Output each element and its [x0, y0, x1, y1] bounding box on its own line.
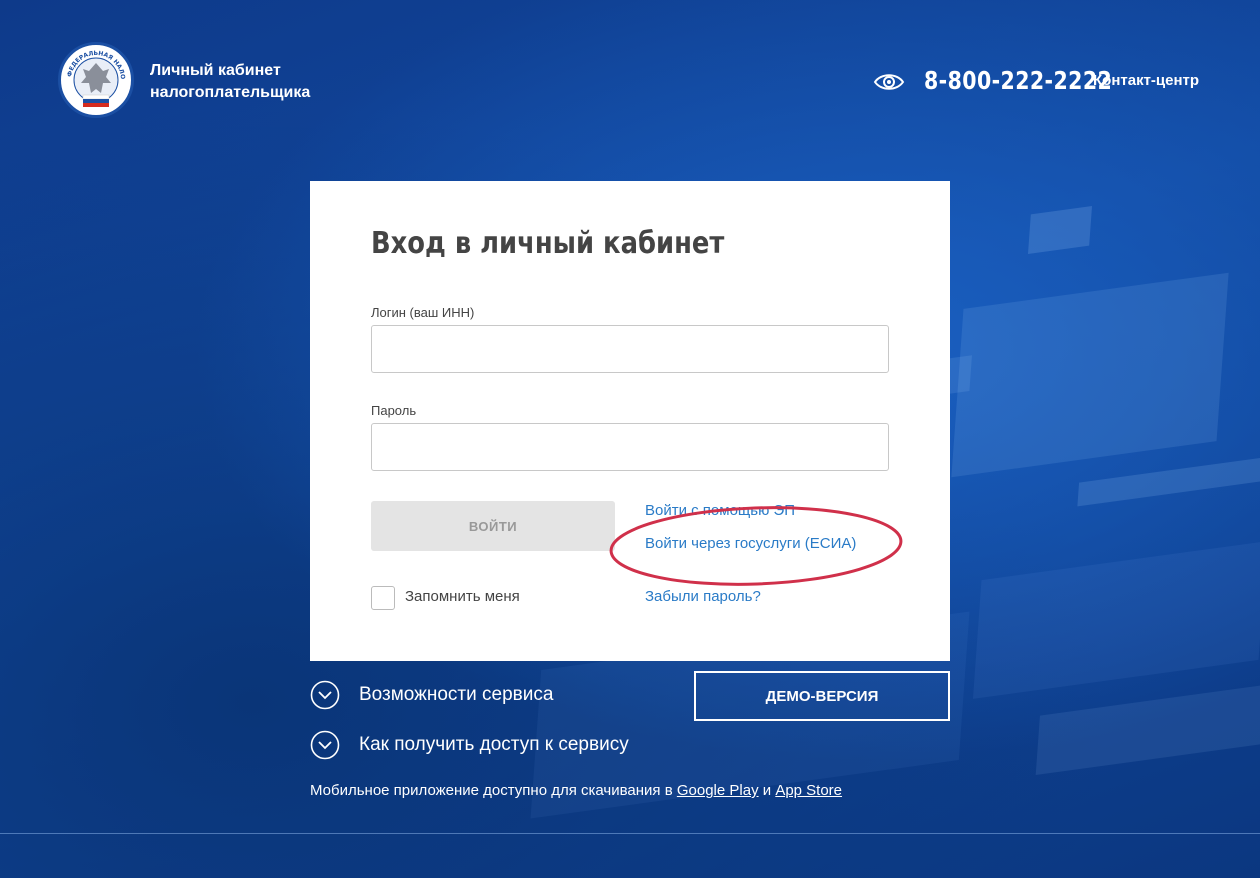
chevron-down-icon [310, 730, 340, 760]
and-text: и [762, 782, 772, 799]
access-label: Как получить доступ к сервису [359, 734, 629, 755]
contact-center-link[interactable]: Контакт-центр [1093, 72, 1199, 89]
mobile-app-text: Мобильное приложение доступно для скачив… [310, 782, 673, 799]
bg-shape [972, 541, 1260, 699]
site-title-line1: Личный кабинет [150, 62, 281, 79]
login-title: Вход в личный кабинет [371, 226, 725, 261]
eye-icon[interactable] [873, 70, 905, 99]
login-button[interactable]: ВОЙТИ [371, 501, 615, 551]
mobile-app-note: Мобильное приложение доступно для скачив… [310, 782, 842, 799]
app-store-link[interactable]: App Store [775, 782, 842, 799]
site-title[interactable]: Личный кабинет налогоплательщика [150, 60, 310, 104]
demo-version-button[interactable]: ДЕМО-ВЕРСИЯ [694, 671, 950, 721]
footer-divider [0, 833, 1260, 834]
bg-shape [1077, 457, 1260, 507]
remember-me-label[interactable]: Запомнить меня [405, 588, 520, 605]
password-input[interactable] [371, 423, 889, 471]
contact-phone[interactable]: 8-800-222-2222 [924, 66, 1112, 95]
access-toggle[interactable]: Как получить доступ к сервису [310, 730, 629, 760]
forgot-password-link[interactable]: Забыли пароль? [645, 588, 761, 605]
login-field-label: Логин (ваш ИНН) [371, 305, 475, 320]
password-field-label: Пароль [371, 403, 417, 418]
emblem-icon: ФЕДЕРАЛЬНАЯ НАЛОГОВАЯ СЛУЖБА [57, 40, 129, 113]
bg-shape [1035, 684, 1260, 776]
login-esia-link[interactable]: Войти через госуслуги (ЕСИА) [645, 535, 856, 552]
features-toggle[interactable]: Возможности сервиса [310, 680, 553, 710]
google-play-link[interactable]: Google Play [677, 782, 759, 799]
login-input[interactable] [371, 325, 889, 373]
fns-logo[interactable]: ФЕДЕРАЛЬНАЯ НАЛОГОВАЯ СЛУЖБА [57, 40, 134, 118]
login-card: Вход в личный кабинет Логин (ваш ИНН) Па… [310, 181, 950, 661]
bg-shape [951, 272, 1229, 478]
bg-shape [1027, 206, 1093, 254]
features-label: Возможности сервиса [359, 684, 554, 705]
chevron-down-icon [310, 680, 340, 710]
site-title-line2: налогоплательщика [150, 84, 311, 101]
login-ep-link[interactable]: Войти с помощью ЭП [645, 502, 795, 519]
remember-me-checkbox[interactable] [371, 586, 395, 610]
